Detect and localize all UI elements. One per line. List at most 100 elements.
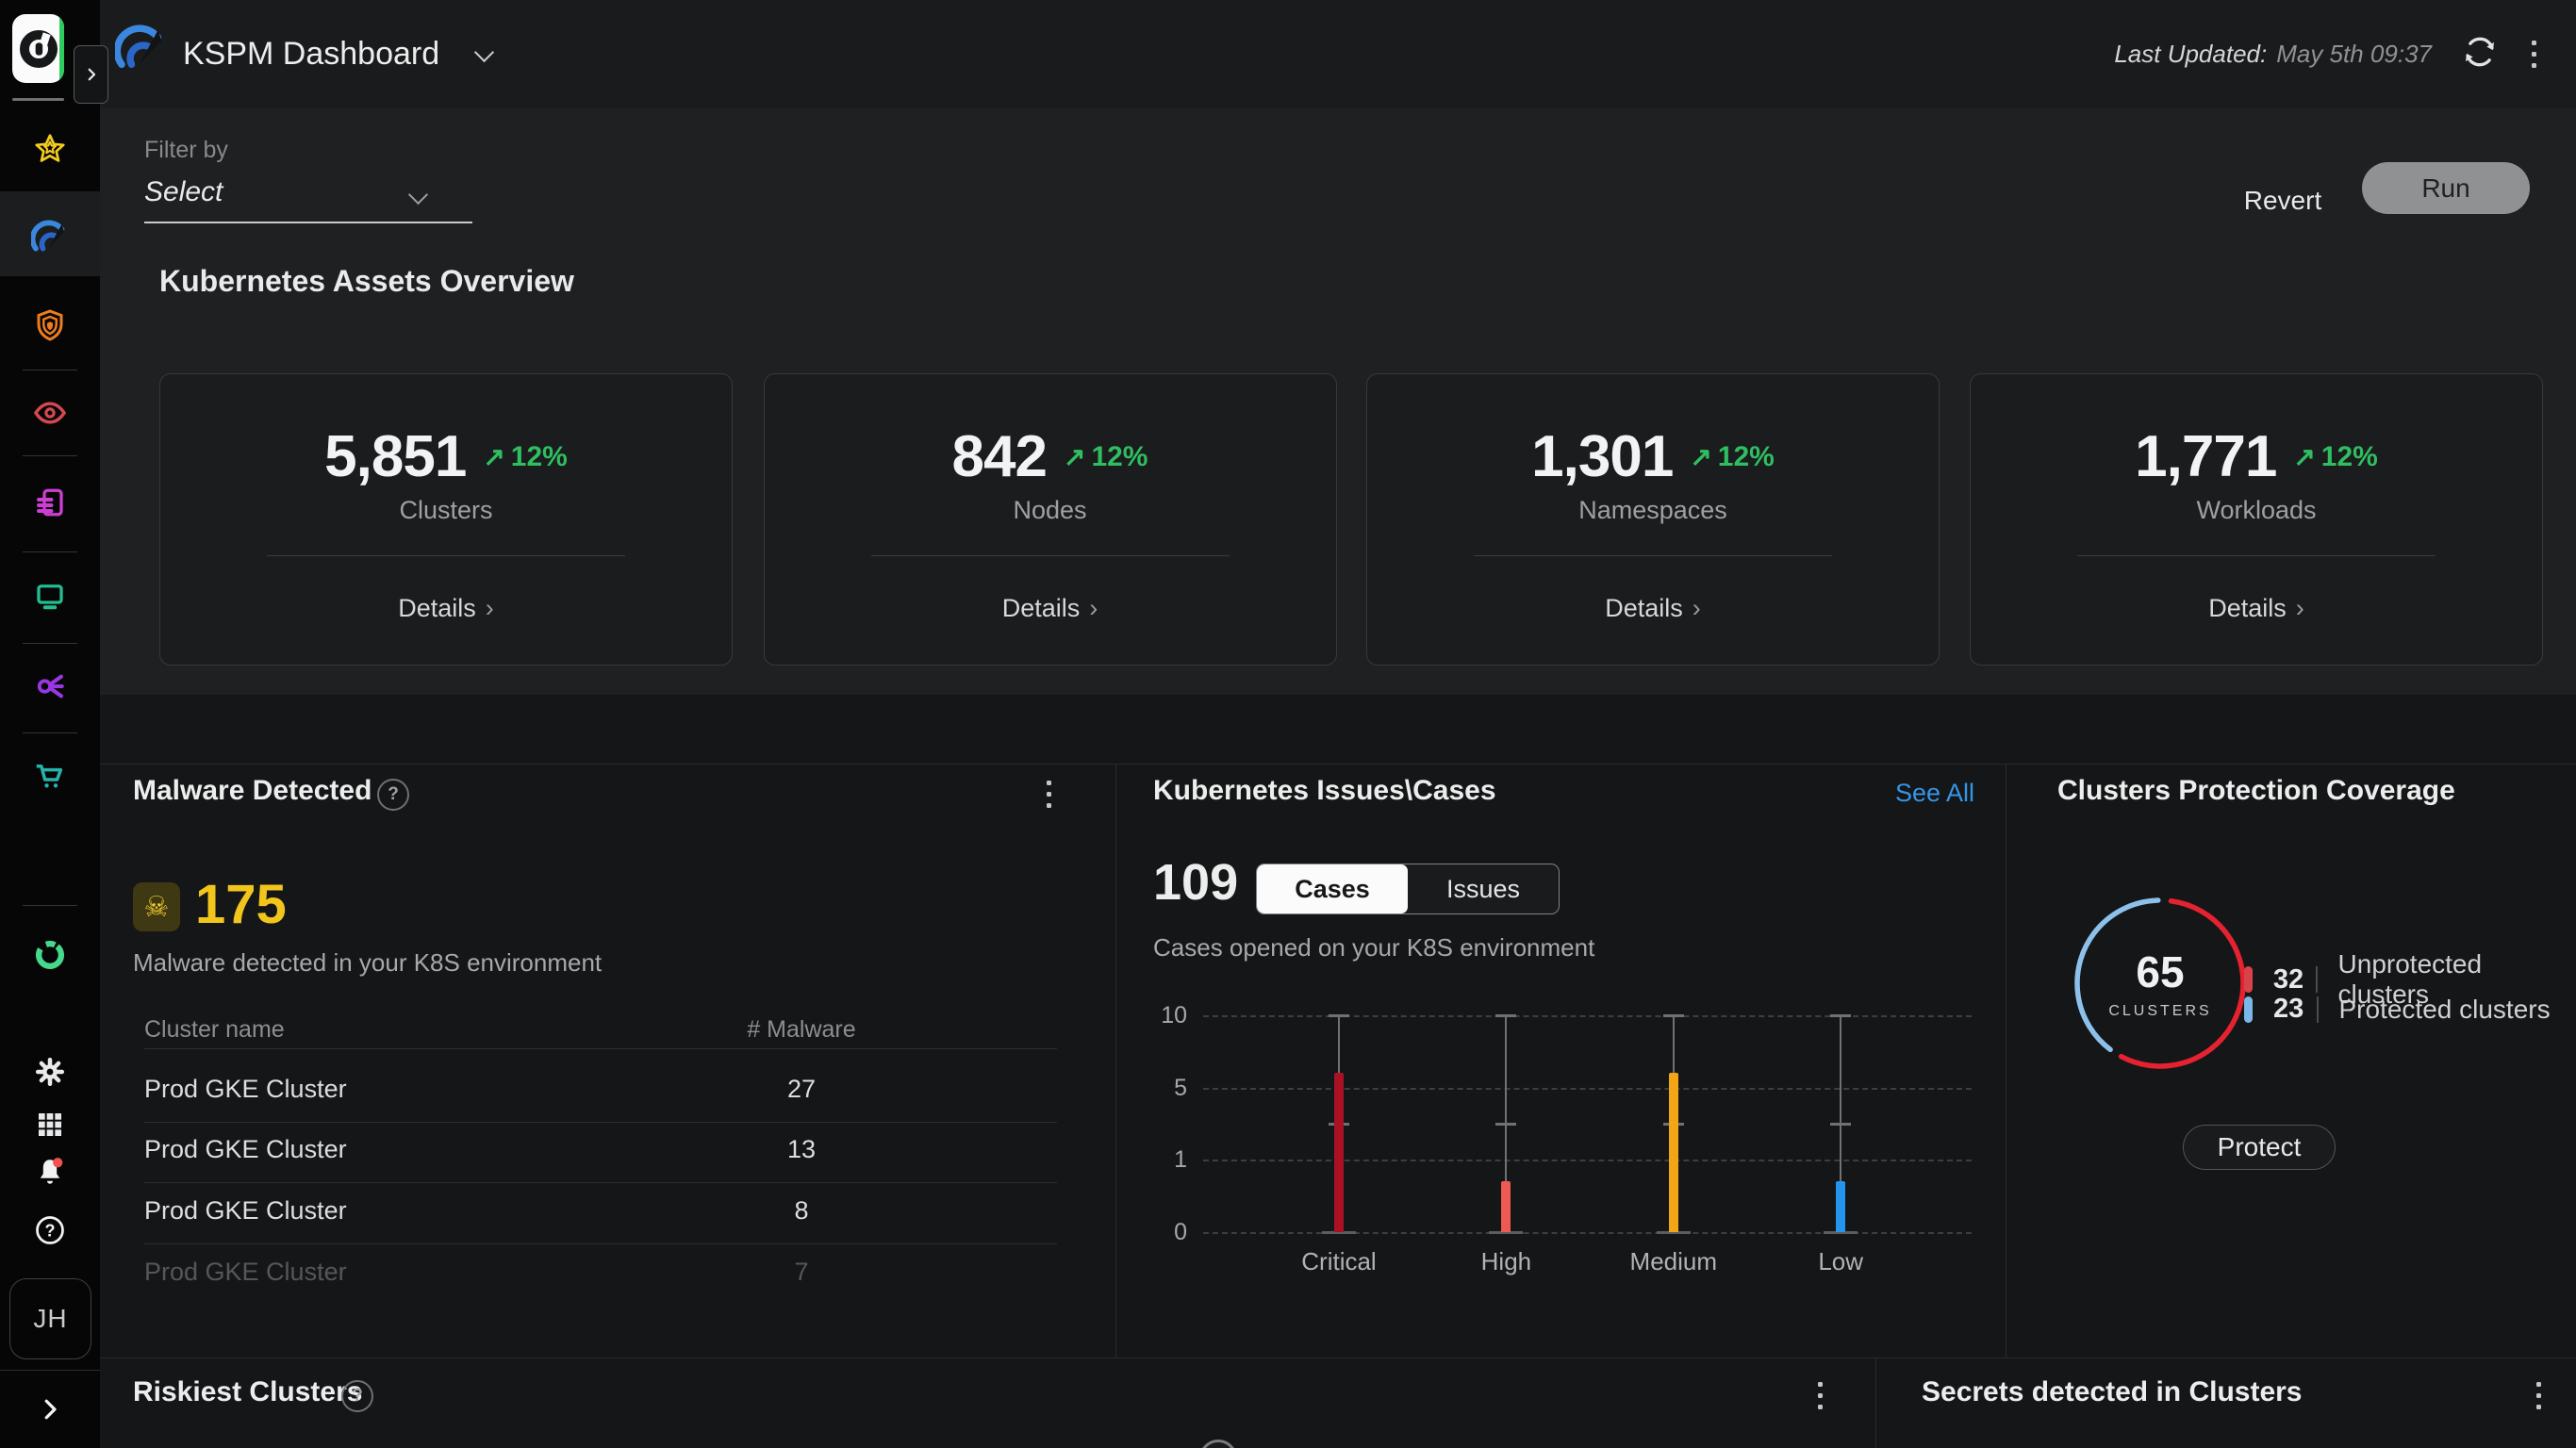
overview-title: Kubernetes Assets Overview <box>159 264 574 298</box>
avatar-initials: JH <box>33 1304 68 1333</box>
cases-issues-toggle: Cases Issues <box>1256 864 1560 914</box>
malware-subtitle: Malware detected in your K8S environment <box>133 948 603 977</box>
sidebar-item-workloads[interactable] <box>0 576 100 617</box>
malware-menu-button[interactable] <box>1043 777 1055 812</box>
legend-value: 32 <box>2272 963 2304 995</box>
details-link[interactable]: Details › <box>1605 594 1701 623</box>
bar-critical[interactable] <box>1334 1073 1344 1232</box>
sidebar-item-status-ring[interactable] <box>0 934 100 976</box>
protect-button[interactable]: Protect <box>2183 1125 2336 1170</box>
sidebar-item-favorites[interactable] <box>0 128 100 170</box>
divider <box>1875 1358 1876 1448</box>
malware-panel-title: Malware Detected <box>133 775 372 806</box>
title-dropdown[interactable] <box>473 41 495 64</box>
shield-icon <box>37 309 63 341</box>
table-row-malware-count: 27 <box>786 1075 817 1103</box>
star-favorites-icon <box>35 134 65 162</box>
bar-high[interactable] <box>1501 1181 1511 1232</box>
details-link[interactable]: Details › <box>1002 594 1098 623</box>
x-axis-label-high: High <box>1480 1247 1532 1275</box>
header-bar: KSPM Dashboard Last Updated: May 5th 09:3… <box>100 0 2576 108</box>
table-row-cluster-name[interactable]: Prod GKE Cluster <box>144 1196 347 1226</box>
sidebar-item-attack-path[interactable] <box>0 666 100 707</box>
page-title: KSPM Dashboard <box>183 36 440 72</box>
card-trend: ↗ 12% <box>483 440 568 472</box>
chevron-down-icon[interactable] <box>407 184 429 206</box>
sidebar-item-apps[interactable] <box>0 1104 100 1145</box>
card-value: 1,301 <box>1531 424 1674 489</box>
legend-separator <box>2316 966 2318 993</box>
sidebar-expand-button[interactable] <box>0 1389 100 1430</box>
avatar[interactable]: JH <box>9 1278 91 1359</box>
tab-issues[interactable]: Issues <box>1408 864 1559 913</box>
table-divider <box>144 1182 1057 1183</box>
logo-green-strip <box>59 14 64 83</box>
column-header-cluster-name[interactable]: Cluster name <box>144 1016 285 1044</box>
bar-medium[interactable] <box>1668 1073 1678 1232</box>
secrets-panel-title: Secrets detected in Clusters <box>1922 1376 2303 1407</box>
severity-bar-chart: 0 1 5 10 Critical High Medium Low <box>1161 1002 1972 1298</box>
sidebar-divider <box>0 1370 100 1371</box>
asset-card-clusters: 5,851 ↗ 12% Clusters Details › <box>159 373 733 666</box>
table-row-cluster-name[interactable]: Prod GKE Cluster <box>144 1258 347 1287</box>
gridline-10 <box>1203 1015 1972 1017</box>
table-divider <box>144 1243 1057 1244</box>
coverage-panel-title: Clusters Protection Coverage <box>2057 775 2455 806</box>
sidebar-item-visibility[interactable] <box>0 392 100 434</box>
card-value-row: 5,851 ↗ 12% <box>324 423 568 490</box>
malware-help-icon[interactable]: ? <box>377 779 409 811</box>
x-axis-label-medium: Medium <box>1629 1247 1718 1275</box>
secrets-menu-button[interactable] <box>2533 1378 2545 1413</box>
sidebar-item-help[interactable]: ? <box>0 1209 100 1251</box>
issues-count: 109 <box>1153 854 1239 911</box>
gear-icon <box>35 1057 65 1087</box>
table-row-cluster-name[interactable]: Prod GKE Cluster <box>144 1075 347 1104</box>
table-row-cluster-name[interactable]: Prod GKE Cluster <box>144 1135 347 1164</box>
refresh-button[interactable] <box>2460 32 2500 76</box>
sidebar-item-settings[interactable] <box>0 1051 100 1093</box>
sidebar-item-shield[interactable] <box>0 304 100 346</box>
chevron-right-icon: › <box>1089 594 1098 622</box>
riskiest-menu-button[interactable] <box>1814 1378 1826 1413</box>
filter-by-label: Filter by <box>144 137 228 163</box>
see-all-link[interactable]: See All <box>1895 779 1974 808</box>
sidebar-divider <box>23 643 77 644</box>
trend-up-icon: ↗ <box>2293 441 2316 471</box>
whisker-cap-mid <box>1830 1123 1852 1126</box>
revert-button[interactable]: Revert <box>2226 180 2339 222</box>
sidebar-item-kspm[interactable] <box>0 217 100 258</box>
details-link[interactable]: Details › <box>398 594 494 623</box>
riskiest-help-icon[interactable]: ? <box>341 1380 373 1412</box>
card-trend: ↗ 12% <box>2293 440 2378 472</box>
sidebar-item-marketplace[interactable] <box>0 755 100 797</box>
asset-card-namespaces: 1,301 ↗ 12% Namespaces Details › <box>1366 373 1940 666</box>
attack-path-icon <box>37 674 64 699</box>
card-value-row: 1,301 ↗ 12% <box>1531 423 1775 490</box>
column-header-malware-count[interactable]: # Malware <box>660 1016 943 1044</box>
filter-underline <box>144 222 472 223</box>
filter-select[interactable]: Select <box>144 176 223 208</box>
whisker-cap-max <box>1662 1014 1684 1017</box>
details-link[interactable]: Details › <box>2208 594 2304 623</box>
run-button[interactable]: Run <box>2362 162 2530 214</box>
chevron-right-icon: › <box>2295 594 2304 622</box>
tab-cases[interactable]: Cases <box>1257 864 1408 913</box>
monitor-icon <box>37 584 63 610</box>
bar-low[interactable] <box>1836 1181 1846 1232</box>
sidebar-divider <box>23 732 77 733</box>
card-label: Nodes <box>1013 496 1087 524</box>
panel-expand-button[interactable] <box>74 45 108 104</box>
legend-separator <box>2317 996 2319 1023</box>
overview-section: Filter by Select Revert Run Kubernetes A… <box>100 108 2576 695</box>
orca-logo-glyph <box>19 29 58 68</box>
gauge-kspm-icon <box>31 220 65 252</box>
sidebar-item-notifications[interactable] <box>0 1151 100 1193</box>
apps-grid-icon <box>39 1113 61 1136</box>
last-updated: Last Updated: May 5th 09:37 <box>2114 40 2432 69</box>
sidebar-item-reports[interactable] <box>0 482 100 523</box>
app-logo[interactable] <box>12 14 64 83</box>
card-trend: ↗ 12% <box>1063 440 1148 472</box>
logo-underline <box>12 98 64 101</box>
legend-value: 23 <box>2273 994 2304 1024</box>
header-menu-button[interactable] <box>2528 37 2540 72</box>
